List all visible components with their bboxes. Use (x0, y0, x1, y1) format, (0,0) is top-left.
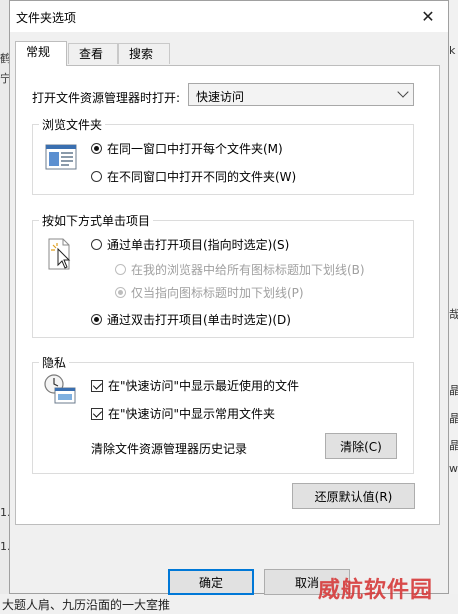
option-label: 仅当指向图标标题时加下划线(P) (131, 286, 304, 300)
option-label: 通过双击打开项目(单击时选定)(D) (107, 313, 291, 327)
underline-all-option[interactable]: 在我的浏览器中给所有图标标题加下划线(B) (115, 261, 365, 278)
checkbox[interactable] (91, 379, 103, 392)
background-fragment: k (449, 44, 456, 57)
same-window-option[interactable]: 在同一窗口中打开每个文件夹(M) (91, 140, 283, 157)
group-title: 隐私 (39, 354, 70, 371)
tab-view[interactable]: 查看 (68, 43, 118, 64)
different-window-option[interactable]: 在不同窗口中打开不同的文件夹(W) (91, 168, 296, 185)
background-right-edge: k 哉 晶 晶 晶 w (449, 0, 458, 614)
site-watermark: 威航软件园 (318, 578, 434, 603)
checkbox[interactable] (91, 407, 103, 420)
privacy-group: 隐私 在"快速访问"中显示最近使用的文件 在"快速访问"中显示常用文件夹 清除文… (32, 354, 414, 474)
tab-general[interactable]: 常规 (15, 41, 67, 66)
ok-button[interactable]: 确定 (168, 569, 254, 595)
browse-folders-group: 浏览文件夹 在同一窗口中打开每个文件夹(M) 在不同窗口中打开不同的文件夹(W) (32, 116, 414, 195)
double-click-option[interactable]: 通过双击打开项目(单击时选定)(D) (91, 311, 291, 328)
radio-button[interactable] (91, 143, 102, 154)
background-fragment: 晶 (449, 384, 458, 397)
window-title: 文件夹选项 (16, 11, 77, 25)
background-fragment: 晶 (449, 439, 458, 452)
clear-history-label: 清除文件资源管理器历史记录 (91, 442, 248, 456)
click-items-group: 按如下方式单击项目 通过单击打开项目(指向时选定)(S) 在我的浏览器中给所有图… (32, 212, 414, 338)
clear-history-button[interactable]: 清除(C) (325, 433, 397, 459)
background-fragment: w (449, 462, 458, 475)
folder-options-dialog: 文件夹选项 ✕ 常规 查看 搜索 打开文件资源管理器时打开: 快速访问 浏览文件… (9, 0, 449, 595)
open-in-dropdown[interactable]: 快速访问 (188, 83, 414, 106)
option-label: 在"快速访问"中显示常用文件夹 (108, 407, 276, 421)
show-frequent-folders-option[interactable]: 在"快速访问"中显示常用文件夹 (91, 405, 275, 422)
underline-on-point-option[interactable]: 仅当指向图标标题时加下划线(P) (115, 284, 304, 301)
open-in-selected-value: 快速访问 (196, 90, 245, 104)
close-button[interactable]: ✕ (408, 1, 448, 32)
chevron-down-icon (397, 86, 409, 98)
general-tab-panel: 打开文件资源管理器时打开: 快速访问 浏览文件夹 在同一窗口中打开每个文件夹(M… (15, 65, 440, 525)
title-bar: 文件夹选项 ✕ (10, 1, 448, 32)
group-title: 浏览文件夹 (39, 116, 106, 133)
tab-search[interactable]: 搜索 (118, 43, 170, 64)
cursor-click-icon (48, 238, 71, 270)
option-label: 在同一窗口中打开每个文件夹(M) (107, 142, 283, 156)
option-label: 在不同窗口中打开不同的文件夹(W) (107, 170, 297, 184)
restore-defaults-button[interactable]: 还原默认值(R) (292, 483, 415, 509)
option-label: 通过单击打开项目(指向时选定)(S) (107, 238, 290, 252)
group-title: 按如下方式单击项目 (39, 212, 154, 229)
show-recent-files-option[interactable]: 在"快速访问"中显示最近使用的文件 (91, 377, 299, 394)
radio-button[interactable] (91, 171, 102, 182)
window-layout-icon (45, 144, 77, 170)
privacy-history-icon (44, 374, 76, 404)
radio-button[interactable] (91, 314, 102, 325)
option-label: 在"快速访问"中显示最近使用的文件 (108, 379, 300, 393)
background-bottom-text: 大题人肩、九历沿面的一大室推 (2, 598, 171, 612)
background-left-edge: 鹤 宁 1. 1. (0, 0, 11, 614)
radio-button[interactable] (115, 287, 126, 298)
close-icon: ✕ (421, 7, 435, 26)
option-label: 在我的浏览器中给所有图标标题加下划线(B) (131, 263, 365, 277)
radio-button[interactable] (91, 239, 102, 250)
background-fragment: 晶 (449, 412, 458, 425)
open-in-label: 打开文件资源管理器时打开: (32, 91, 181, 105)
radio-button[interactable] (115, 264, 126, 275)
single-click-option[interactable]: 通过单击打开项目(指向时选定)(S) (91, 236, 289, 253)
background-fragment: 哉 (449, 308, 458, 321)
